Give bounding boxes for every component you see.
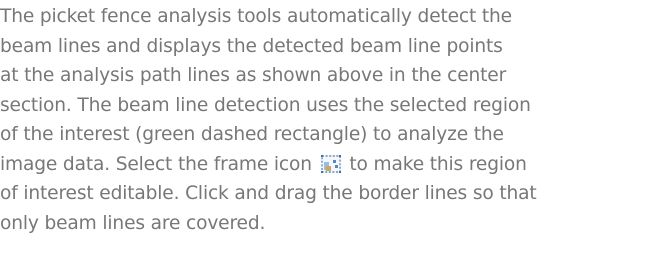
paragraph-line-4: section. The beam line detection uses th… — [0, 94, 531, 116]
paragraph-line-3: at the analysis path lines as shown abov… — [0, 65, 507, 86]
paragraph-line-6-start: image data. Select the frame icon — [0, 153, 312, 175]
frame-icon — [320, 154, 342, 174]
paragraph-line-7: of interest editable. Click and drag the… — [0, 183, 537, 204]
paragraph-line-1: The picket fence analysis tools automati… — [0, 6, 512, 27]
paragraph-line-5: of the interest (green dashed rectangle)… — [0, 124, 504, 145]
paragraph-line-2: beam lines and displays the detected bea… — [0, 35, 503, 57]
paragraph-line-6-end: to make this region — [349, 153, 527, 175]
paragraph-line-6: image data. Select the frame icon to mak… — [0, 150, 655, 180]
paragraph-line-8: only beam lines are covered. — [0, 212, 266, 234]
help-paragraph: The picket fence analysis tools automati… — [0, 2, 655, 238]
